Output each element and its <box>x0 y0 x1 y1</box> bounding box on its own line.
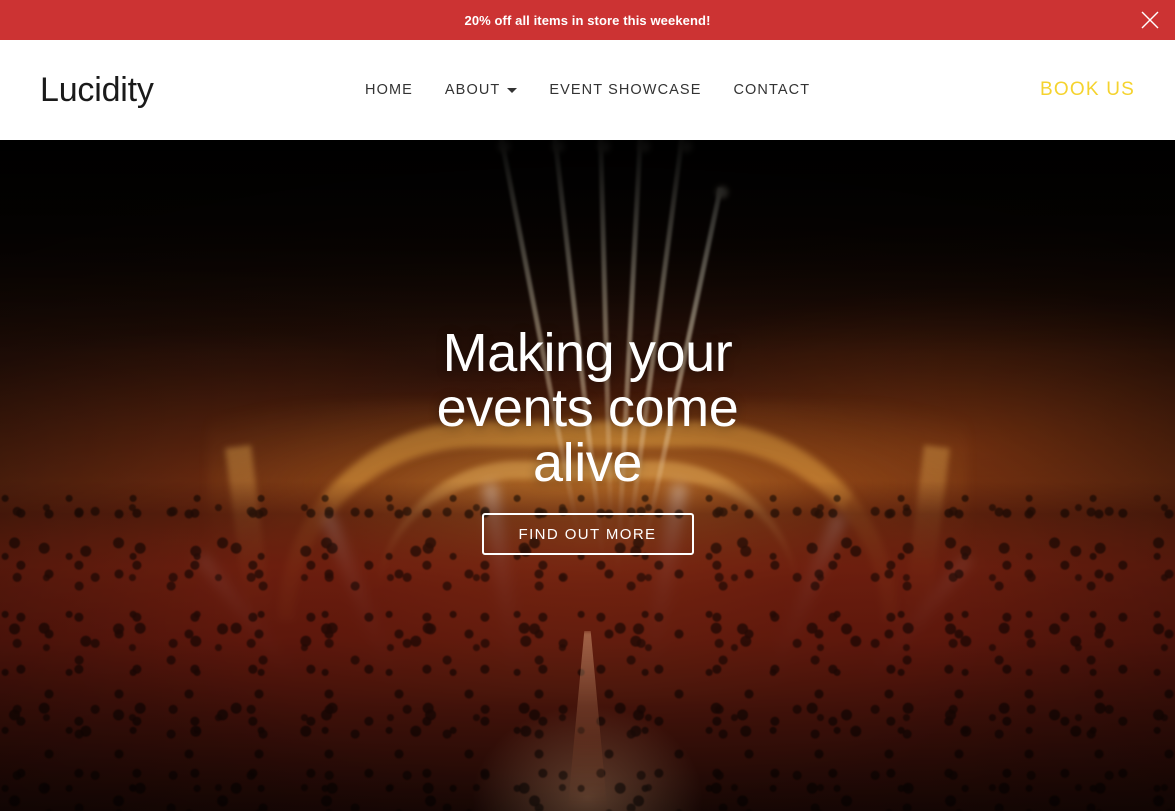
find-out-more-button[interactable]: FIND OUT MORE <box>481 513 694 556</box>
chevron-down-icon <box>507 87 518 93</box>
nav-item-event-showcase[interactable]: EVENT SHOWCASE <box>549 82 701 98</box>
nav-item-about[interactable]: ABOUT <box>444 82 518 98</box>
nav-item-label: CONTACT <box>733 82 811 98</box>
brand-logo[interactable]: Lucidity <box>40 73 154 107</box>
close-icon[interactable] <box>1135 5 1165 35</box>
nav-item-label: HOME <box>365 82 413 98</box>
promo-banner-text: 20% off all items in store this weekend! <box>464 12 711 28</box>
book-us-button[interactable]: BOOK US <box>1040 79 1135 101</box>
promo-banner: 20% off all items in store this weekend! <box>0 0 1175 40</box>
nav-item-home[interactable]: HOME <box>365 82 413 98</box>
nav-item-label: ABOUT <box>444 82 501 98</box>
nav-item-contact[interactable]: CONTACT <box>733 82 810 98</box>
site-header: Lucidity HOME ABOUT EVENT SHOWCASE CONTA… <box>0 40 1175 140</box>
hero-section: Making your events come alive FIND OUT M… <box>0 140 1175 811</box>
nav-item-label: EVENT SHOWCASE <box>549 82 702 98</box>
main-navigation: HOME ABOUT EVENT SHOWCASE CONTACT <box>365 82 810 98</box>
hero-headline: Making your events come alive <box>436 323 739 494</box>
hero-content: Making your events come alive FIND OUT M… <box>0 323 1175 556</box>
